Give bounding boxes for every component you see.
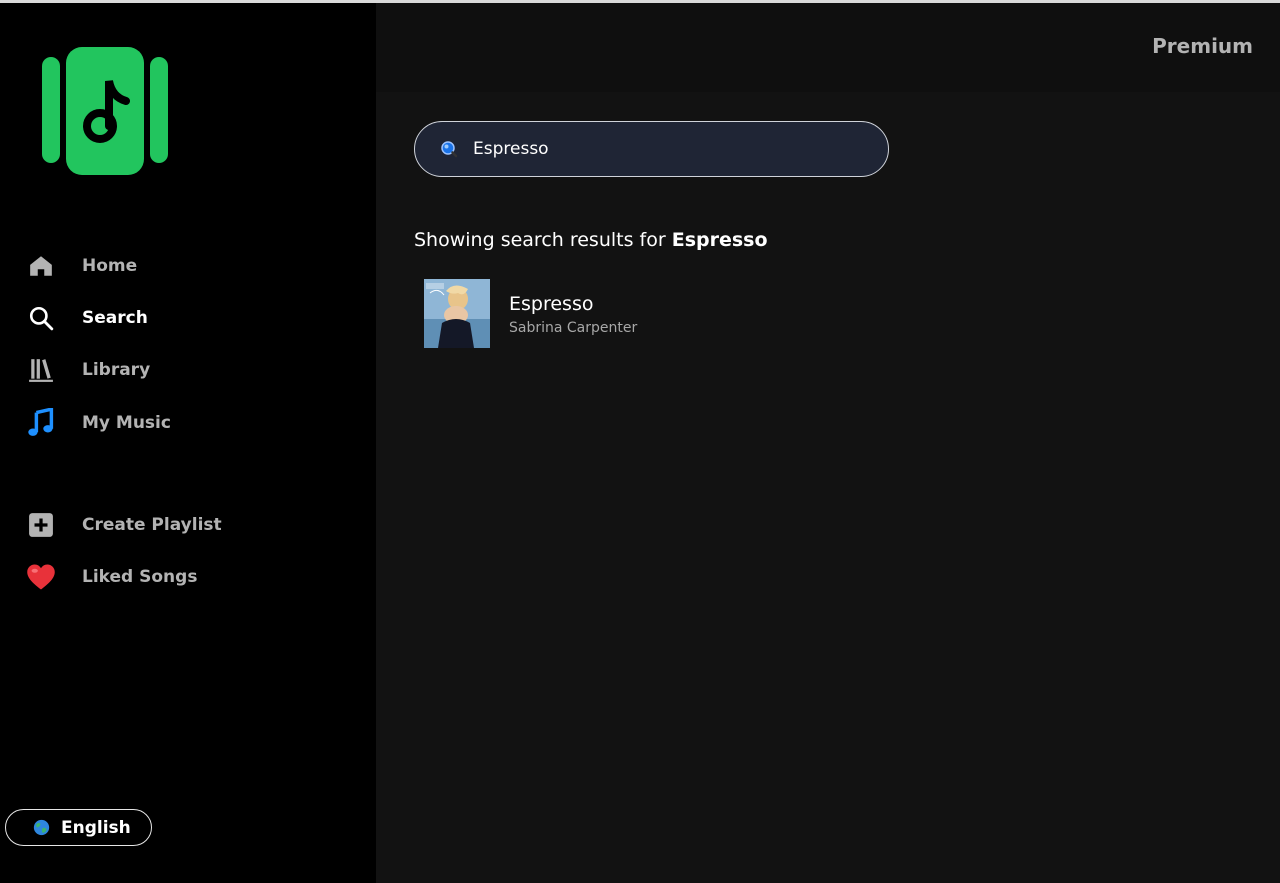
sidebar-item-label: Library (82, 360, 151, 380)
sidebar-item-create-playlist[interactable]: Create Playlist (24, 508, 222, 542)
sidebar: Home Search Library My Music Create Play… (0, 3, 376, 883)
search-input[interactable] (473, 139, 833, 159)
heart-icon (24, 560, 58, 594)
language-button[interactable]: English (5, 809, 152, 846)
results-heading: Showing search results for Espresso (414, 229, 768, 251)
premium-link[interactable]: Premium (1152, 34, 1253, 58)
sidebar-item-label: Search (82, 308, 148, 328)
sidebar-item-label: Liked Songs (82, 567, 198, 587)
sidebar-item-home[interactable]: Home (24, 249, 137, 283)
search-result-item[interactable]: Espresso Sabrina Carpenter (424, 279, 854, 349)
sidebar-item-library[interactable]: Library (24, 353, 150, 387)
magnifier-icon (441, 141, 458, 158)
sidebar-item-search[interactable]: Search (24, 301, 148, 335)
album-cover (424, 279, 490, 348)
music-note-icon (24, 406, 58, 440)
language-label: English (61, 817, 131, 838)
library-icon (24, 353, 58, 387)
search-icon (24, 301, 58, 335)
sidebar-item-label: Create Playlist (82, 515, 222, 535)
song-artist: Sabrina Carpenter (509, 320, 638, 336)
sidebar-item-my-music[interactable]: My Music (24, 406, 171, 440)
app-logo[interactable] (38, 45, 172, 179)
sidebar-item-label: My Music (82, 413, 171, 433)
search-bar[interactable] (414, 121, 889, 177)
home-icon (24, 249, 58, 283)
results-heading-prefix: Showing search results for (414, 229, 666, 251)
sidebar-item-label: Home (82, 256, 138, 276)
globe-icon (33, 819, 50, 836)
results-heading-query: Espresso (671, 229, 768, 251)
plus-square-icon (24, 508, 58, 542)
song-title: Espresso (509, 293, 594, 315)
main-content: Premium Showing search results for Espre… (376, 3, 1280, 883)
sidebar-item-liked-songs[interactable]: Liked Songs (24, 560, 197, 594)
top-bar: Premium (376, 3, 1280, 92)
